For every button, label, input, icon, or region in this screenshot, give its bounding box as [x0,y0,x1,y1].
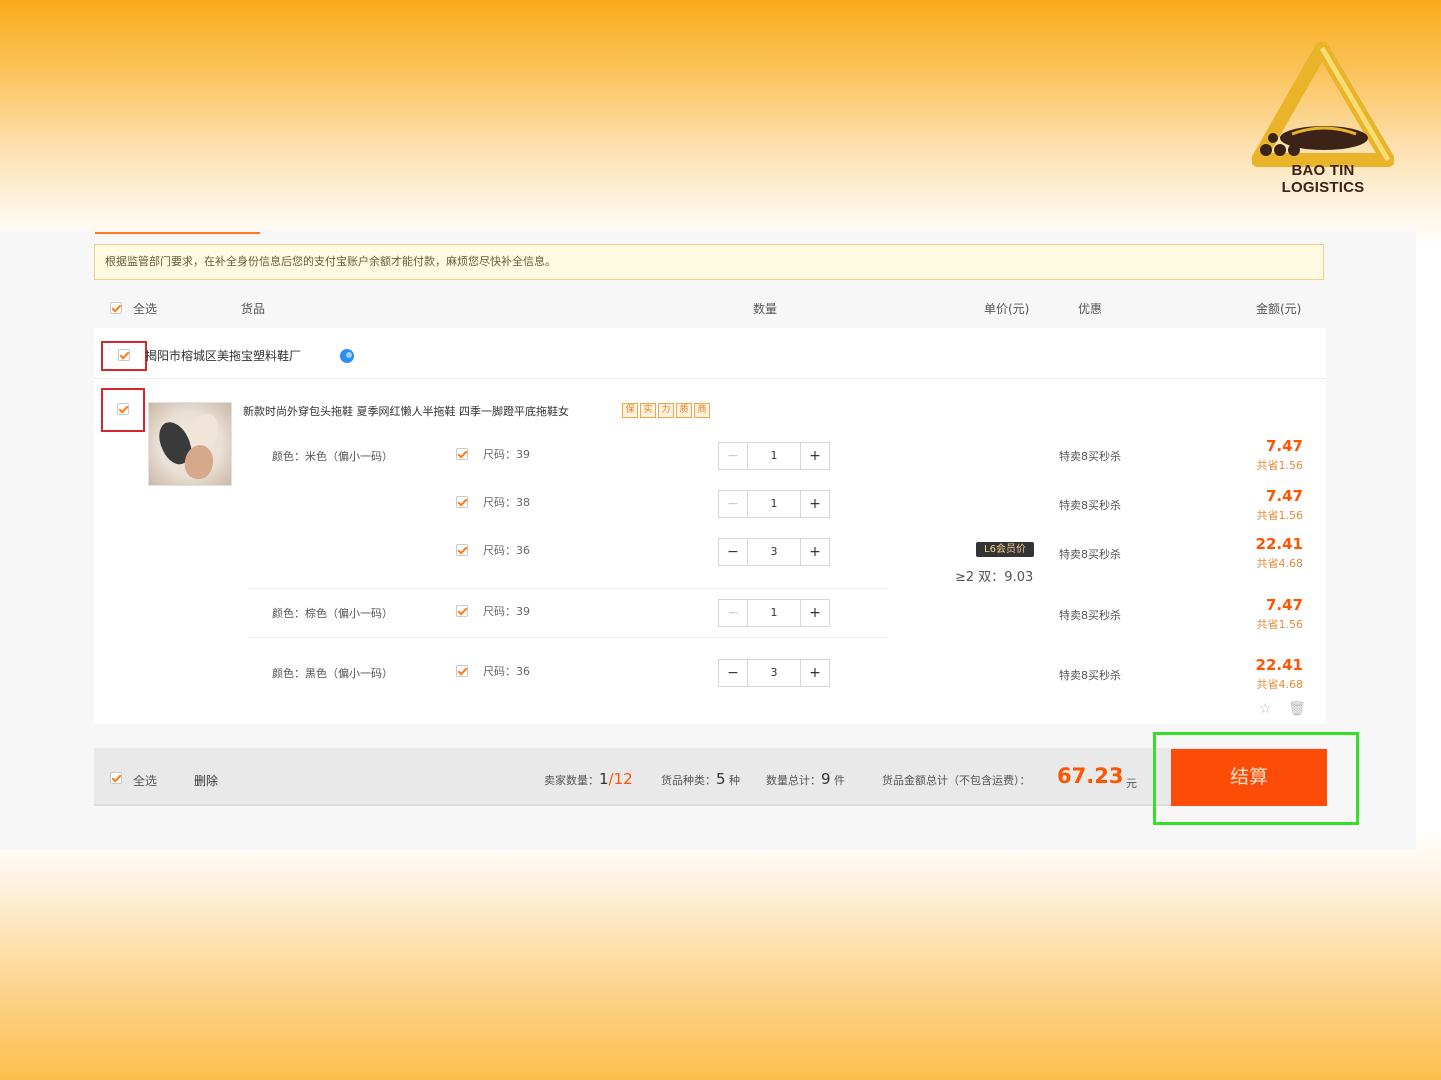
goods-kinds-label: 货品种类： [661,774,716,787]
total-amount-value: 67.23 [1057,764,1124,788]
header-unit-price: 单价(元) [984,302,1030,316]
decrease-button[interactable]: − [719,491,747,517]
promo-label: 特卖8买秒杀 [1059,548,1121,561]
goods-kinds-unit: 种 [729,774,741,787]
color-group-divider [248,637,888,638]
increase-button[interactable]: + [801,660,829,686]
variant-checkbox[interactable] [456,496,468,508]
decrease-button[interactable]: − [719,660,747,686]
variant-size-label: 尺码：38 [483,496,530,509]
header-discount: 优惠 [1078,302,1103,316]
seller-count: 卖家数量：1/12 [544,770,633,788]
promo-label: 特卖8买秒杀 [1059,450,1121,463]
promo-label: 特卖8买秒杀 [1059,609,1121,622]
promo-label: 特卖8买秒杀 [1059,499,1121,512]
quantity-stepper: − 3 + [718,659,830,687]
row-actions: ☆ 🗑 [1259,701,1306,717]
quantity-stepper: − 1 + [718,599,830,627]
seller-count-total: /12 [608,770,633,788]
service-badge: 实 [640,403,656,418]
delete-trash-icon[interactable]: 🗑 [1288,701,1306,717]
quantity-input[interactable]: 1 [747,491,801,517]
quantity-total-unit: 件 [834,774,846,787]
quantity-total-label: 数量总计： [766,774,821,787]
header-amount: 金额(元) [1256,302,1302,316]
variant-checkbox[interactable] [456,605,468,617]
row-saving: 共省4.68 [1256,557,1304,570]
variant-size-label: 尺码：36 [483,544,530,557]
variant-color-label: 颜色：米色（偏小一码） [272,450,393,463]
quantity-total: 数量总计：9 件 [766,770,845,788]
wangwang-chat-icon[interactable] [340,349,354,363]
seller-count-label: 卖家数量： [544,774,599,787]
variant-checkbox[interactable] [456,665,468,677]
goods-kinds: 货品种类：5 种 [661,770,740,788]
header-quantity: 数量 [753,302,778,316]
checkout-highlight [1153,732,1359,825]
quantity-stepper: − 1 + [718,490,830,518]
variant-checkbox[interactable] [456,448,468,460]
color-group-divider [248,588,888,589]
decrease-button[interactable]: − [719,443,747,469]
row-amount: 7.47 [1265,596,1303,614]
shop-name-link[interactable]: 揭阳市榕城区美拖宝塑料鞋厂 [145,347,301,364]
row-amount: 7.47 [1265,437,1303,455]
row-saving: 共省4.68 [1256,678,1304,691]
quantity-input[interactable]: 1 [747,600,801,626]
total-amount-unit: 元 [1126,777,1137,790]
vip-tier-price: ≥2 双：9.03 [955,570,1034,585]
logo-text: BAO TIN LOGISTICS [1281,162,1365,196]
increase-button[interactable]: + [801,600,829,626]
shop-divider [94,378,1326,379]
product-checkbox[interactable] [117,403,129,415]
vip-price-badge: L6会员价 [976,542,1034,557]
quantity-stepper: − 1 + [718,442,830,470]
header-select-all: 全选 [133,302,158,316]
favorite-star-icon[interactable]: ☆ [1259,701,1272,717]
identity-notice: 根据监管部门要求，在补全身份信息后您的支付宝账户余额才能付款，麻烦您尽快补全信息… [94,244,1324,280]
active-tab-underline [95,232,260,234]
row-amount: 22.41 [1255,535,1303,553]
increase-button[interactable]: + [801,539,829,565]
service-badge: 质 [676,403,692,418]
variant-size-label: 尺码：39 [483,448,530,461]
quantity-input[interactable]: 1 [747,443,801,469]
quantity-input[interactable]: 3 [747,539,801,565]
row-amount: 7.47 [1265,487,1303,505]
increase-button[interactable]: + [801,491,829,517]
service-badges: 保 实 力 质 商 [622,403,710,418]
variant-color-label: 颜色：棕色（偏小一码） [272,607,393,620]
row-amount: 22.41 [1255,656,1303,674]
variant-size-label: 尺码：39 [483,605,530,618]
product-thumbnail[interactable] [148,402,232,486]
service-badge: 力 [658,403,674,418]
goods-kinds-value: 5 [716,770,726,788]
product-title-link[interactable]: 新款时尚外穿包头拖鞋 夏季网红懒人半拖鞋 四季一脚蹬平底拖鞋女 [243,403,569,419]
variant-color-label: 颜色：黑色（偏小一码） [272,667,393,680]
variant-size-label: 尺码：36 [483,665,530,678]
header-goods: 货品 [241,302,266,316]
promo-label: 特卖8买秒杀 [1059,669,1121,682]
service-badge: 保 [622,403,638,418]
row-saving: 共省1.56 [1256,509,1304,522]
shop-checkbox[interactable] [118,349,130,361]
service-badge: 商 [694,403,710,418]
row-saving: 共省1.56 [1256,618,1304,631]
quantity-input[interactable]: 3 [747,660,801,686]
delete-selected-link[interactable]: 删除 [194,772,218,789]
variant-checkbox[interactable] [456,544,468,556]
increase-button[interactable]: + [801,443,829,469]
seller-count-value: 1 [599,770,609,788]
total-amount-label: 货品金额总计（不包含运费）： [882,774,1031,787]
quantity-stepper: − 3 + [718,538,830,566]
row-saving: 共省1.56 [1256,459,1304,472]
decrease-button[interactable]: − [719,600,747,626]
footer-select-all: 全选 [133,774,158,788]
select-all-checkbox-header[interactable] [110,302,122,314]
select-all-checkbox-footer[interactable] [110,772,122,784]
decrease-button[interactable]: − [719,539,747,565]
quantity-total-value: 9 [821,770,831,788]
